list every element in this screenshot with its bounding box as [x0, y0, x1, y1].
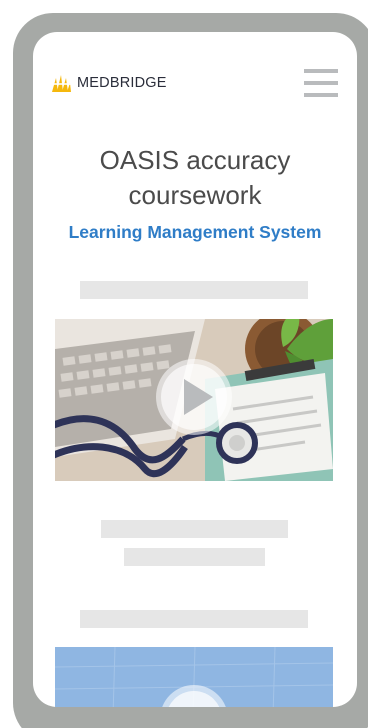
page-title: OASIS accuracy coursework: [99, 145, 291, 210]
brand-logo[interactable]: MEDBRIDGE: [52, 74, 167, 92]
phone-screen[interactable]: MEDBRIDGE OASIS accuracy coursework Lear…: [33, 32, 357, 707]
medbridge-logo-icon: [52, 75, 71, 92]
text-placeholder: [124, 548, 265, 566]
brand-name: MEDBRIDGE: [77, 75, 167, 91]
video-thumbnail[interactable]: [55, 647, 333, 707]
text-placeholder: [101, 520, 288, 538]
menu-line: [304, 93, 338, 97]
video-thumbnail[interactable]: [55, 319, 333, 481]
viewport: MEDBRIDGE OASIS accuracy coursework Lear…: [0, 0, 368, 728]
text-placeholder: [80, 281, 308, 299]
play-icon[interactable]: [156, 359, 232, 435]
play-icon[interactable]: [160, 685, 228, 707]
hamburger-menu-icon[interactable]: [304, 69, 338, 97]
menu-line: [304, 69, 338, 73]
text-placeholder: [80, 610, 308, 628]
page-subtitle: Learning Management System: [68, 222, 322, 242]
menu-line: [304, 81, 338, 85]
